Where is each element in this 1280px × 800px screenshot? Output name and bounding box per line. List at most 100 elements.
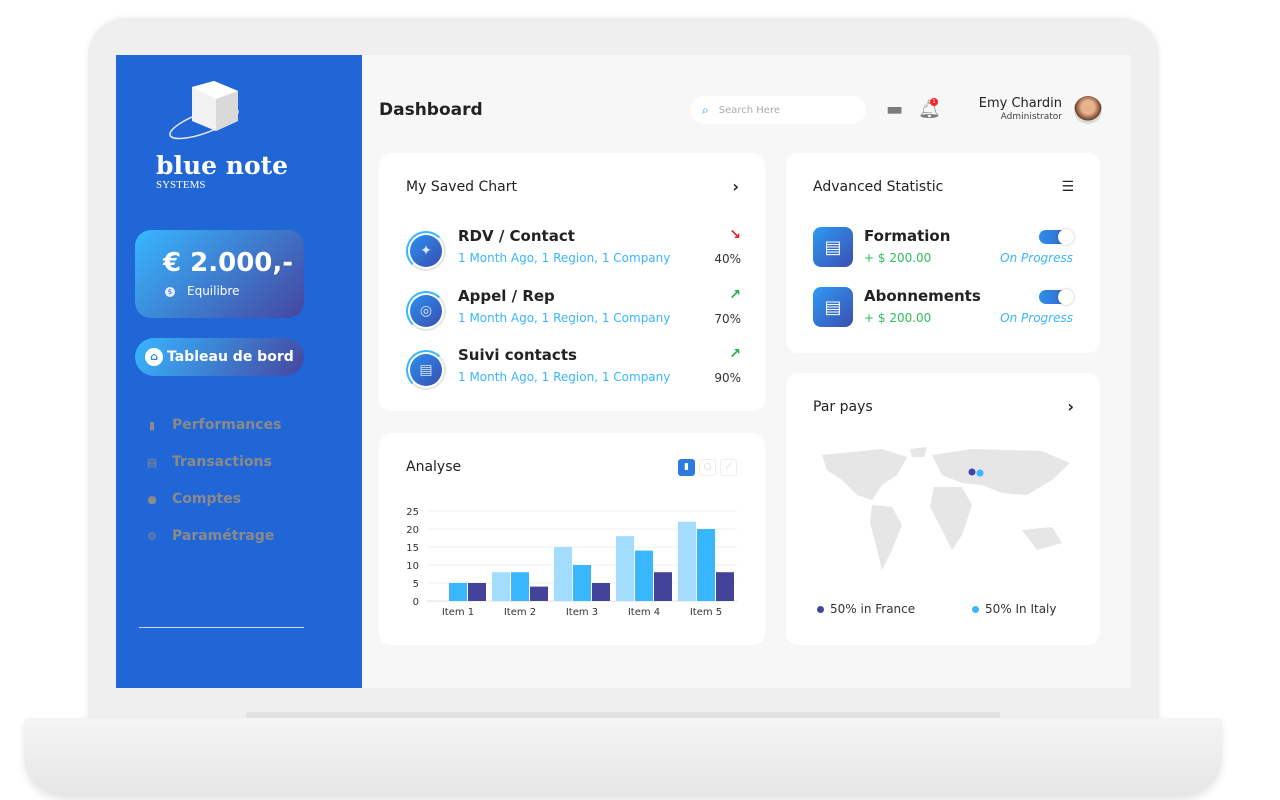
page-title: Dashboard (379, 100, 483, 120)
balance-card: € 2.000,- $ Equilibre (135, 230, 304, 318)
notification-badge: 1 (930, 98, 938, 106)
search-placeholder: Search Here (718, 104, 780, 116)
legend-dot (817, 605, 824, 613)
document-check-icon: ▤ (813, 227, 853, 267)
bar (554, 547, 572, 601)
bar (592, 583, 610, 601)
row-percent: 40% (714, 252, 741, 266)
chevron-right-icon[interactable]: › (732, 177, 739, 196)
balance-label: Equilibre (187, 284, 240, 298)
y-tick-label: 0 (413, 597, 419, 608)
bar (616, 536, 634, 601)
sidebar-item-label: Paramétrage (172, 528, 275, 544)
bar-chart-icon: ▮ (148, 418, 156, 432)
analyse-card: Analyse ▮ ○ ⟋ 0 5 10 15 20 25 Item 1 Item 2 Item… (379, 433, 765, 645)
bar (530, 586, 548, 601)
document-check-icon: ▤ (813, 287, 853, 327)
x-tick-label: Item 3 (566, 607, 598, 618)
row-subtitle: 1 Month Ago, 1 Region, 1 Company (458, 251, 671, 265)
filter-sliders-icon[interactable]: ☰ (1061, 179, 1074, 195)
notes-icon: ▤ (406, 350, 446, 390)
x-tick-label: Item 2 (504, 607, 536, 618)
sidebar-item-transactions[interactable]: ▤ Transactions (146, 454, 272, 470)
bar (468, 583, 486, 601)
x-tick-label: Item 5 (690, 607, 722, 618)
row-name: RDV / Contact (458, 227, 575, 245)
avatar[interactable] (1074, 96, 1102, 124)
x-tick-label: Item 4 (628, 607, 660, 618)
legend-label: 50% in France (830, 602, 916, 616)
list-item[interactable]: ▤ Abonnements + $ 200.00 On Progress (813, 287, 1074, 331)
list-item[interactable]: ▤ Suivi contacts 1 Month Ago, 1 Region, … (406, 346, 741, 396)
user-icon: ● (147, 492, 157, 506)
y-tick-label: 25 (406, 507, 419, 518)
bar (678, 521, 696, 601)
trend-down-icon: ↘ (729, 227, 741, 243)
sidebar-item-label: Comptes (172, 491, 242, 507)
list-item[interactable]: ◎ Appel / Rep 1 Month Ago, 1 Region, 1 C… (406, 287, 741, 337)
x-tick-label: Item 1 (442, 607, 474, 618)
card-title: Advanced Statistic (813, 179, 944, 195)
bar (654, 572, 672, 601)
screen: blue note SYSTEMS € 2.000,- $ Equilibre … (116, 55, 1131, 688)
advanced-statistic-card: Advanced Statistic ☰ ▤ Formation + $ 200… (786, 153, 1100, 353)
world-map (822, 447, 1070, 570)
logo-cube-icon (169, 81, 239, 140)
brand-subtitle: SYSTEMS (156, 179, 206, 191)
y-tick-label: 5 (413, 579, 419, 590)
row-name: Abonnements (864, 287, 981, 305)
toggle[interactable] (1039, 289, 1074, 305)
trend-up-icon: ↗ (729, 346, 741, 362)
sidebar-item-comptes[interactable]: ● Comptes (146, 491, 241, 507)
list-item[interactable]: ▤ Formation + $ 200.00 On Progress (813, 227, 1074, 271)
card-title: My Saved Chart (406, 179, 517, 195)
search-input[interactable]: ⌕ Search Here (690, 96, 866, 124)
row-status: On Progress (1000, 311, 1073, 325)
legend-dot (972, 605, 979, 613)
row-percent: 70% (714, 312, 741, 326)
y-tick-label: 10 (406, 561, 419, 572)
sidebar-item-performances[interactable]: ▮ Performances (146, 417, 281, 433)
legend-label: 50% In Italy (985, 602, 1057, 616)
row-name: Suivi contacts (458, 346, 577, 364)
bar (492, 572, 510, 601)
laptop-base (24, 718, 1222, 796)
row-name: Formation (864, 227, 951, 245)
row-subtitle: 1 Month Ago, 1 Region, 1 Company (458, 311, 671, 325)
par-pays-card: Par pays › 50% in France 50% In Italy (786, 373, 1100, 645)
legend-france: 50% in France (817, 602, 915, 616)
sidebar-item-label: Transactions (172, 454, 272, 470)
brand-name: blue note (156, 151, 289, 180)
pin-icon: ✦ (406, 231, 446, 271)
y-tick-label: 20 (406, 525, 419, 536)
message-icon[interactable]: ▬ (886, 99, 903, 120)
bar (573, 565, 591, 601)
home-icon: ⌂ (145, 348, 163, 366)
sidebar-item-parametrage[interactable]: ⚙ Paramétrage (146, 528, 274, 544)
toggle[interactable] (1039, 229, 1074, 245)
bar (449, 583, 467, 601)
bar-chart: 0 5 10 15 20 25 Item 1 Item 2 Item 3 Item 4 Item 5 (406, 507, 737, 618)
row-amount: + $ 200.00 (864, 311, 932, 325)
sidebar-item-label: Performances (172, 417, 282, 433)
bar (697, 529, 715, 601)
row-amount: + $ 200.00 (864, 251, 932, 265)
list-item[interactable]: ✦ RDV / Contact 1 Month Ago, 1 Region, 1… (406, 227, 741, 277)
bar (511, 572, 529, 601)
row-percent: 90% (714, 371, 741, 385)
card-title: Par pays (813, 399, 873, 415)
trend-up-icon: ↗ (729, 287, 741, 303)
dashboard-button-label: Tableau de bord (167, 349, 294, 365)
user-name: Emy Chardin (978, 96, 1062, 111)
gear-icon: ⚙ (147, 529, 157, 543)
row-subtitle: 1 Month Ago, 1 Region, 1 Company (458, 370, 671, 384)
document-icon: ▤ (146, 455, 158, 469)
sidebar-divider (139, 627, 304, 628)
dashboard-button[interactable]: ⌂ Tableau de bord (135, 338, 304, 376)
dollar-icon: $ (165, 287, 175, 297)
chevron-right-icon[interactable]: › (1067, 397, 1074, 416)
y-tick-label: 15 (406, 543, 419, 554)
bar (716, 572, 734, 601)
sidebar: blue note SYSTEMS € 2.000,- $ Equilibre … (116, 55, 362, 688)
legend-italy: 50% In Italy (972, 602, 1056, 616)
